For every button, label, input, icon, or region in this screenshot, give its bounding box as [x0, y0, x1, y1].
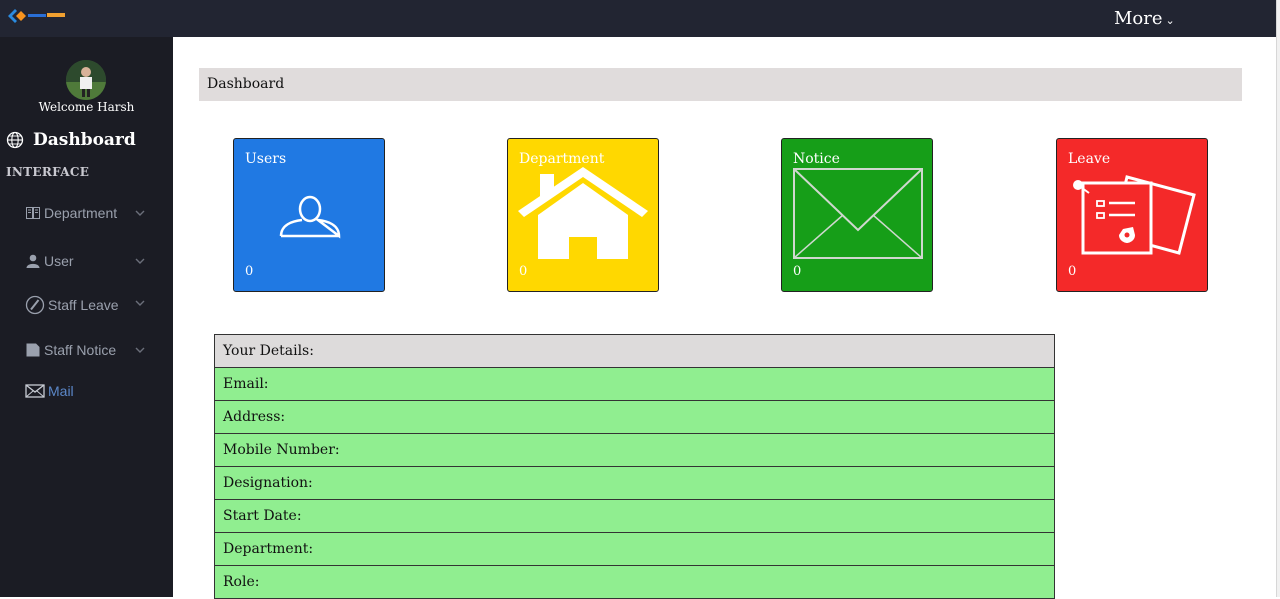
chevron-down-icon[interactable]: [135, 345, 145, 355]
sidebar-item-department[interactable]: Department: [25, 205, 150, 221]
table-row: Department:: [214, 532, 1055, 566]
sidebar-item-user[interactable]: User: [25, 253, 150, 269]
department-card[interactable]: Department 0: [507, 138, 659, 292]
user-icon: [26, 254, 40, 268]
card-count: 0: [519, 264, 528, 279]
detail-start-date: Start Date:: [214, 499, 1055, 533]
table-row: Mobile Number:: [214, 433, 1055, 467]
welcome-text: Welcome Harsh: [38, 100, 135, 114]
chevron-down-icon[interactable]: [135, 256, 145, 266]
file-icon: [26, 343, 40, 357]
user-outline-icon: [279, 195, 341, 239]
more-menu[interactable]: More ⌄: [1114, 8, 1175, 29]
avatar: [66, 60, 106, 100]
chevron-down-icon[interactable]: [135, 208, 145, 218]
sidebar-item-mail[interactable]: Mail: [25, 383, 150, 399]
envelope-icon: [793, 168, 923, 259]
sidebar-item-label: Staff Notice: [44, 342, 117, 358]
envelope-icon: [25, 384, 45, 398]
sidebar-item-label: Department: [44, 205, 118, 221]
notice-card[interactable]: Notice 0: [781, 138, 933, 292]
leave-card[interactable]: Leave 0: [1056, 138, 1208, 292]
chevron-down-icon: ⌄: [1165, 14, 1175, 27]
sidebar-item-staff-notice[interactable]: Staff Notice: [25, 342, 150, 358]
detail-department: Department:: [214, 532, 1055, 566]
sidebar-item-label: Staff Leave: [48, 297, 119, 313]
documents-icon: [1073, 175, 1196, 255]
section-label: INTERFACE: [6, 165, 90, 179]
sidebar-dashboard-label: Dashboard: [33, 130, 136, 150]
detail-address: Address:: [214, 400, 1055, 434]
table-row: Address:: [214, 400, 1055, 434]
edit-icon: [25, 295, 45, 315]
table-row: Start Date:: [214, 499, 1055, 533]
logo[interactable]: [7, 8, 69, 24]
sidebar-item-dashboard[interactable]: Dashboard: [6, 130, 136, 150]
detail-email: Email:: [214, 367, 1055, 401]
page-title: Dashboard: [207, 76, 285, 92]
table-row: Designation:: [214, 466, 1055, 500]
detail-role: Role:: [214, 565, 1055, 599]
sidebar-item-label: User: [44, 253, 74, 269]
globe-icon: [6, 131, 24, 149]
card-title: Notice: [793, 151, 840, 167]
table-header: Your Details:: [214, 334, 1055, 368]
top-navbar: More ⌄: [0, 0, 1276, 37]
chevron-down-icon[interactable]: [135, 298, 145, 308]
table-header-row: Your Details:: [214, 334, 1055, 368]
detail-mobile: Mobile Number:: [214, 433, 1055, 467]
scrollbar[interactable]: [1276, 0, 1280, 597]
card-title: Users: [245, 151, 287, 167]
detail-designation: Designation:: [214, 466, 1055, 500]
more-label: More: [1114, 8, 1163, 29]
breadcrumb: Dashboard: [199, 68, 1242, 101]
details-table: Your Details: Email: Address: Mobile Num…: [214, 334, 1055, 599]
house-icon: [518, 167, 648, 259]
sidebar-item-staff-leave[interactable]: Staff Leave: [25, 295, 150, 315]
card-count: 0: [793, 264, 802, 279]
card-count: 0: [245, 264, 254, 279]
book-icon: [26, 207, 40, 219]
card-count: 0: [1068, 264, 1077, 279]
table-row: Role:: [214, 565, 1055, 599]
users-card[interactable]: Users 0: [233, 138, 385, 292]
sidebar: Welcome Harsh Dashboard INTERFACE Depart…: [0, 37, 173, 597]
sidebar-item-label: Mail: [48, 383, 74, 399]
table-row: Email:: [214, 367, 1055, 401]
card-title: Leave: [1068, 151, 1111, 167]
